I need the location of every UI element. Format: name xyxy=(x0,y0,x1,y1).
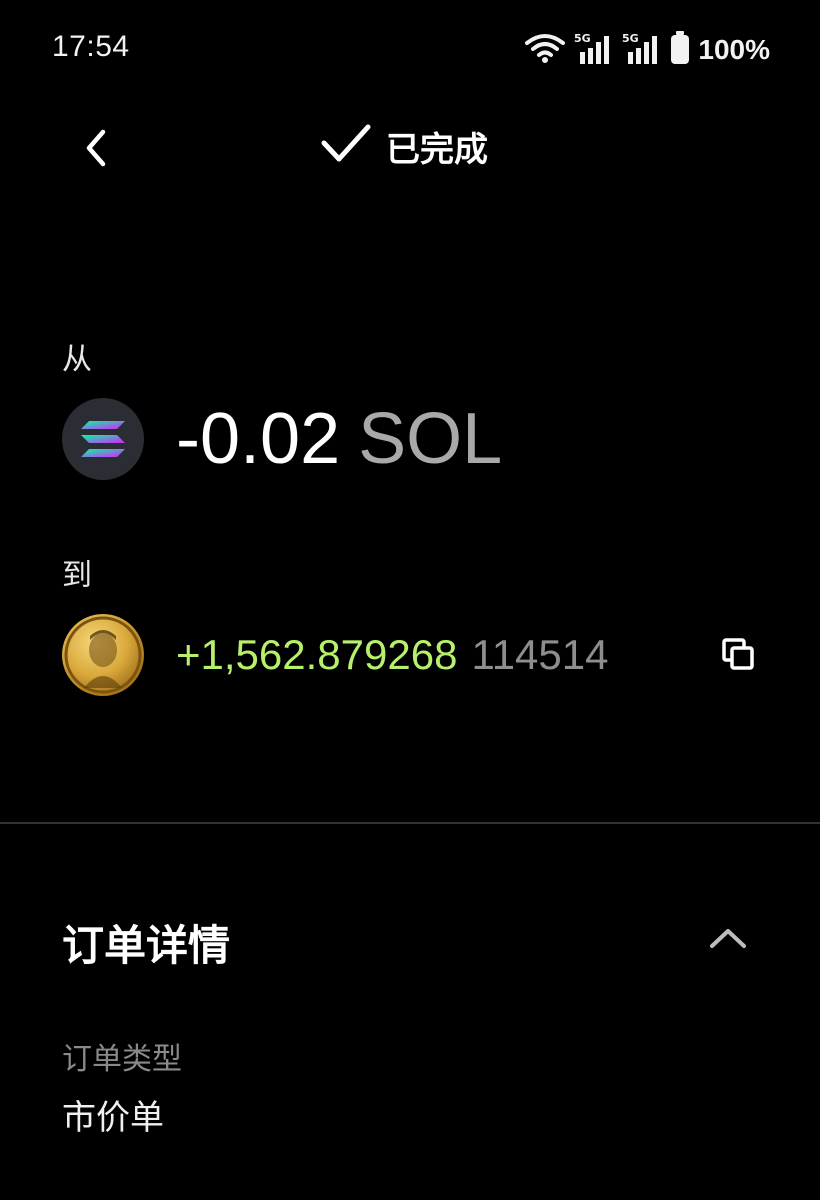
divider xyxy=(0,822,820,824)
back-button[interactable] xyxy=(74,128,118,172)
battery-icon xyxy=(670,30,690,70)
transaction-status: 已完成 xyxy=(320,122,488,171)
collapse-details-button[interactable] xyxy=(706,918,750,962)
to-token-symbol: 114514 xyxy=(471,631,609,678)
from-amount: -0.02 SOL xyxy=(176,398,502,480)
to-amount: +1,562.879268 114514 xyxy=(176,628,609,682)
from-amount-value: -0.02 xyxy=(176,399,341,479)
order-type-value: 市价单 xyxy=(62,1098,164,1138)
signal-5g-icon: 5G xyxy=(622,30,662,71)
copy-icon xyxy=(721,637,755,676)
status-text: 已完成 xyxy=(386,130,488,170)
check-icon xyxy=(320,123,372,170)
to-amount-value: +1,562.879268 xyxy=(176,631,458,678)
order-details-title: 订单详情 xyxy=(62,921,231,970)
from-label: 从 xyxy=(62,342,92,377)
solana-icon xyxy=(62,398,144,480)
from-token-symbol: SOL xyxy=(358,399,503,479)
svg-text:5G: 5G xyxy=(574,32,591,45)
copy-button[interactable] xyxy=(718,636,758,676)
chevron-left-icon xyxy=(83,128,109,173)
token-coin-icon xyxy=(62,614,144,696)
status-icons: 5G 5G 100% xyxy=(524,28,770,72)
wifi-icon xyxy=(524,32,566,69)
to-label: 到 xyxy=(62,558,92,593)
signal-5g-icon: 5G xyxy=(574,30,614,71)
status-time: 17:54 xyxy=(52,30,130,63)
battery-percentage: 100% xyxy=(698,34,770,65)
chevron-up-icon xyxy=(708,925,748,956)
order-type-label: 订单类型 xyxy=(62,1042,182,1077)
svg-text:5G: 5G xyxy=(622,32,639,45)
